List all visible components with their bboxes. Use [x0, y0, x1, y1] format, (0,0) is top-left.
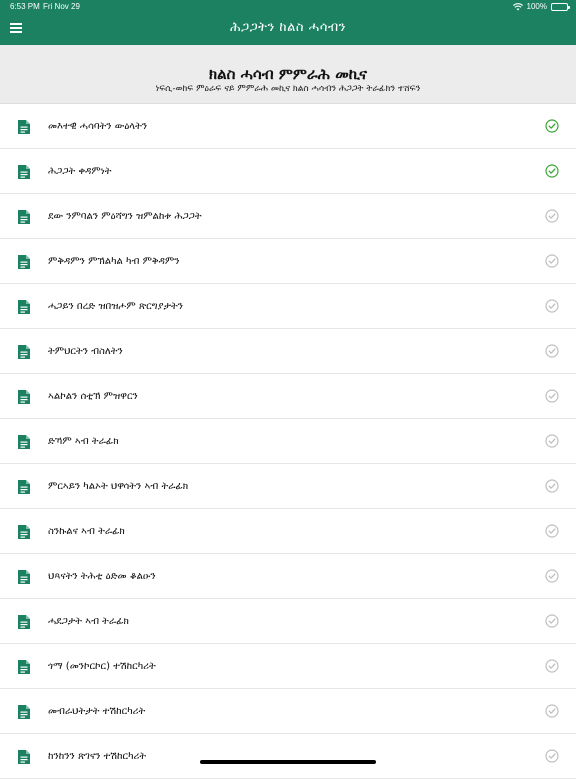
list-item-label: ደው ንምባልን ምዕሻግን ዝምልከቱ ሕጋጋት [48, 211, 202, 222]
list-item[interactable]: ህጻናትን ትሕቲ ዕድመ ቆልዑን [0, 554, 576, 599]
list-item-label: ስንኩልና ኣብ ትራፊክ [48, 526, 125, 537]
check-circle-outline-icon [545, 254, 559, 268]
document-icon [18, 480, 30, 494]
list-item-label: ሓጋይን በረድ ዝበዝሖም ጽርግያታትን [48, 301, 184, 312]
document-icon [18, 345, 30, 359]
document-icon [18, 525, 30, 539]
check-circle-outline-icon [545, 344, 559, 358]
status-time: 6:53 PM [10, 2, 40, 11]
check-circle-outline-icon [545, 614, 559, 628]
list-item[interactable]: ደው ንምባልን ምዕሻግን ዝምልከቱ ሕጋጋት [0, 194, 576, 239]
list-item-label: ህጻናትን ትሕቲ ዕድመ ቆልዑን [48, 571, 156, 582]
check-circle-outline-icon [545, 299, 559, 313]
check-circle-icon [545, 119, 559, 133]
list-item[interactable]: ስንኩልና ኣብ ትራፊክ [0, 509, 576, 554]
page-title: ክልስ ሓሳብ ምምራሕ መኪና [209, 65, 367, 83]
list-item[interactable]: መእተዊ ሓሳባትን ውዕላትን [0, 104, 576, 149]
list-item[interactable]: ምቅዳምን ምኽልካል ካብ ምቅዳምን [0, 239, 576, 284]
document-icon [18, 660, 30, 674]
list-item-label: ከንከንን ጽገናን ተሽከርካሪት [48, 751, 147, 762]
check-circle-outline-icon [545, 209, 559, 223]
check-circle-outline-icon [545, 524, 559, 538]
check-circle-icon [545, 164, 559, 178]
document-icon [18, 120, 30, 134]
status-right: 100% [512, 0, 570, 14]
list-item[interactable]: ሓደጋታት ኣብ ትራፊክ [0, 599, 576, 644]
list-item[interactable]: ድኻም ኣብ ትራፊክ [0, 419, 576, 464]
battery-percent: 100% [526, 2, 547, 11]
document-icon [18, 570, 30, 584]
status-date: Fri Nov 29 [43, 2, 80, 11]
list-item-label: ምርኣይን ካልኦት ህዋሳትን ኣብ ትራፊክ [48, 481, 189, 492]
list-item-label: ሕጋጋት ቀዳምነት [48, 166, 112, 177]
list-item-label: ሓደጋታት ኣብ ትራፊክ [48, 616, 129, 627]
page-header: ክልስ ሓሳብ ምምራሕ መኪና ነፍሲ-ወከፍ ምዕራፍ ናይ ምምራሕ መኪ… [0, 45, 576, 104]
list-item[interactable]: ሕጋጋት ቀዳምነት [0, 149, 576, 194]
check-circle-outline-icon [545, 659, 559, 673]
document-icon [18, 210, 30, 224]
home-indicator[interactable] [200, 760, 376, 764]
document-icon [18, 255, 30, 269]
check-circle-outline-icon [545, 569, 559, 583]
check-circle-outline-icon [545, 704, 559, 718]
check-circle-outline-icon [545, 434, 559, 448]
wifi-icon [512, 3, 523, 11]
document-icon [18, 435, 30, 449]
document-icon [18, 615, 30, 629]
document-icon [18, 165, 30, 179]
check-circle-outline-icon [545, 479, 559, 493]
list-item-label: ጎማ (መንኮርኮር) ተሽከርካሪት [48, 661, 156, 672]
document-icon [18, 750, 30, 764]
check-circle-outline-icon [545, 749, 559, 763]
page-subtitle: ነፍሲ-ወከፍ ምዕራፍ ናይ ምምራሕ መኪና ክልስ ሓሳብን ሕጋጋት ት… [155, 84, 421, 94]
list-item-label: ድኻም ኣብ ትራፊክ [48, 436, 119, 447]
document-icon [18, 705, 30, 719]
document-icon [18, 300, 30, 314]
list-item-label: መብራህትታት ተሽከርካሪት [48, 706, 146, 717]
navigation-bar: 6:53 PM Fri Nov 29 100% ሕጋጋትን ከልስ ሓሳብን [0, 0, 576, 45]
list-item[interactable]: ሓጋይን በረድ ዝበዝሖም ጽርግያታትን [0, 284, 576, 329]
list-item-label: ኣልኮልን ሰቲኽ ምዝዋርን [48, 391, 138, 402]
battery-icon [551, 3, 570, 11]
list-item[interactable]: ጎማ (መንኮርኮር) ተሽከርካሪት [0, 644, 576, 689]
list-item[interactable]: ከንከንን ጽገናን ተሽከርካሪት [0, 734, 576, 779]
list-item[interactable]: ትምህርትን ብስለትን [0, 329, 576, 374]
list-item-label: ምቅዳምን ምኽልካል ካብ ምቅዳምን [48, 256, 180, 267]
status-bar: 6:53 PM Fri Nov 29 100% [0, 0, 576, 14]
document-icon [18, 390, 30, 404]
list-item[interactable]: ኣልኮልን ሰቲኽ ምዝዋርን [0, 374, 576, 419]
list-item[interactable]: ምርኣይን ካልኦት ህዋሳትን ኣብ ትራፊክ [0, 464, 576, 509]
chapter-list: መእተዊ ሓሳባትን ውዕላትን ሕጋጋት ቀዳምነት ደው ንምባልን ምዕሻግን… [0, 104, 576, 779]
nav-title: ሕጋጋትን ከልስ ሓሳብን [230, 20, 346, 35]
list-item-label: ትምህርትን ብስለትን [48, 346, 123, 357]
list-item-label: መእተዊ ሓሳባትን ውዕላትን [48, 121, 148, 132]
check-circle-outline-icon [545, 389, 559, 403]
list-item[interactable]: መብራህትታት ተሽከርካሪት [0, 689, 576, 734]
